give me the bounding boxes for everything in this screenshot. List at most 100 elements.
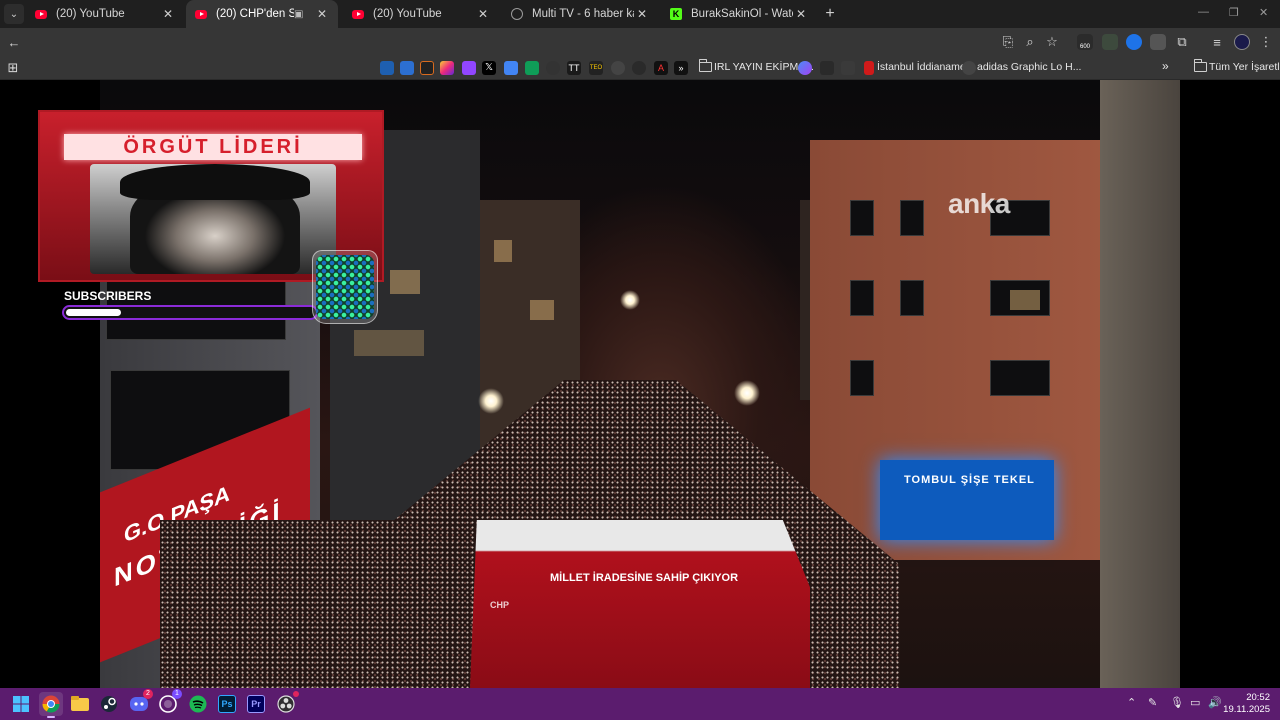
tab-title: (20) YouTube: [373, 8, 442, 20]
extension-icon[interactable]: [1150, 34, 1166, 50]
tab-title: (20) YouTube: [56, 8, 125, 20]
discord-icon: [130, 697, 148, 711]
bookmark-icon[interactable]: [380, 61, 394, 75]
taskbar-premiere[interactable]: Pr: [244, 692, 268, 716]
spotify-icon: [189, 695, 207, 713]
window-close-icon[interactable]: ✕: [1259, 6, 1268, 19]
system-clock[interactable]: 20:52 19.11.2025: [1223, 692, 1270, 716]
tab-kick-buraksakinol[interactable]: K BurakSakinOl - Watch clips on ✕: [661, 0, 817, 28]
close-icon[interactable]: ✕: [634, 7, 650, 21]
install-app-button[interactable]: ⎘: [998, 32, 1018, 52]
bookmark-icon[interactable]: [611, 61, 625, 75]
x-twitter-icon[interactable]: 𝕏: [482, 61, 496, 75]
close-icon[interactable]: ✕: [160, 7, 176, 21]
tab-multi-tv[interactable]: Multi TV - 6 haber kanalını aynı ✕: [502, 0, 658, 28]
street-lamp: [620, 290, 640, 310]
network-icon[interactable]: ▭: [1190, 696, 1200, 709]
jar-contents: [316, 255, 374, 319]
volume-icon[interactable]: 🔊: [1208, 696, 1222, 709]
steam-icon: [101, 696, 117, 712]
bookmark-icon[interactable]: [420, 61, 434, 75]
bookmark-icon[interactable]: [632, 61, 646, 75]
bookmark-icon[interactable]: [400, 61, 414, 75]
bookmark-icon[interactable]: [798, 61, 812, 75]
bookmark-icon[interactable]: [841, 61, 855, 75]
start-button[interactable]: [9, 692, 33, 716]
minimize-icon[interactable]: —: [1198, 6, 1209, 18]
bookmark-star-button[interactable]: ☆: [1042, 32, 1062, 52]
new-tab-button[interactable]: +: [820, 4, 840, 24]
microphone-icon[interactable]: 🎙: [1170, 696, 1184, 709]
more-bookmarks-icon[interactable]: »: [1162, 59, 1169, 73]
obs-icon: [277, 695, 295, 713]
taskbar-whatsapp[interactable]: 1: [156, 689, 182, 716]
bookmark-icon[interactable]: A: [654, 61, 668, 75]
tekel-shop: TOMBUL ŞİŞE TEKEL: [880, 460, 1054, 540]
close-icon[interactable]: ✕: [475, 7, 491, 21]
taskbar-photoshop[interactable]: Ps: [215, 692, 239, 716]
taskbar-obs[interactable]: [274, 691, 299, 716]
video-player[interactable]: G.O.PAŞA NOTERLİĞİ: [0, 80, 1280, 688]
portrait-photo: [90, 164, 336, 274]
folder-icon: [698, 59, 712, 72]
tab-youtube-1[interactable]: (20) YouTube ✕: [26, 0, 184, 28]
close-icon[interactable]: ✕: [314, 7, 330, 21]
close-icon[interactable]: ✕: [793, 7, 809, 21]
extensions-button[interactable]: ⧉: [1172, 32, 1192, 52]
bookmark-istanbul-iddianamesi[interactable]: İstanbul İddianamesi: [877, 61, 973, 73]
bookmark-icon[interactable]: [820, 61, 834, 75]
sheets-icon[interactable]: [525, 61, 539, 75]
extension-counter[interactable]: 600: [1077, 34, 1093, 50]
browser-toolbar: ← ⎘ ⌕ ☆ 600 ⧉ ≡ ⋮: [0, 28, 1280, 56]
globe-icon: [510, 7, 524, 21]
profile-avatar[interactable]: [1234, 34, 1250, 50]
kebab-menu-icon: ⋮: [1259, 34, 1273, 49]
taskbar-chrome[interactable]: [39, 692, 63, 718]
bookmark-icon[interactable]: TEO: [589, 61, 603, 75]
taskbar-file-explorer[interactable]: [68, 692, 92, 716]
bookmark-adidas[interactable]: adidas Graphic Lo H...: [977, 61, 1081, 73]
bookmark-icon[interactable]: »: [674, 61, 688, 75]
apps-button[interactable]: ⊞: [3, 58, 23, 78]
taskbar-spotify[interactable]: [186, 692, 210, 716]
list-icon: ≡: [1213, 34, 1221, 50]
instagram-icon[interactable]: [440, 61, 454, 75]
install-icon: ⎘: [1002, 34, 1014, 49]
extension-icon[interactable]: [1102, 34, 1118, 50]
tab-strip: ⌄ (20) YouTube ✕ (20) CHP'den Sultangazi…: [0, 0, 1280, 28]
media-playing-icon[interactable]: ▣: [294, 9, 308, 20]
bookmark-icon: [864, 61, 874, 75]
zoom-button[interactable]: ⌕: [1020, 32, 1040, 52]
tab-title: BurakSakinOl - Watch clips on: [691, 8, 793, 20]
bus-logo-text: CHP: [490, 600, 510, 610]
taskbar-discord[interactable]: 2: [127, 689, 153, 716]
folder-icon: [1193, 59, 1207, 72]
tray-overflow-icon[interactable]: ⌃: [1127, 696, 1136, 709]
youtube-icon: [34, 7, 48, 21]
tab-title: (20) CHP'den Sultangazi'de: [216, 8, 294, 20]
taskbar-steam[interactable]: [97, 692, 121, 716]
street-lamp: [478, 388, 504, 414]
discord-badge: 2: [143, 689, 153, 699]
tab-youtube-2[interactable]: (20) YouTube ✕: [343, 0, 499, 28]
all-bookmarks-folder[interactable]: Tüm Yer İşaretleri: [1209, 61, 1280, 73]
subscribers-label: SUBSCRIBERS: [64, 289, 152, 303]
menu-button[interactable]: ⋮: [1256, 32, 1276, 52]
back-button[interactable]: ←: [4, 32, 24, 52]
maximize-icon[interactable]: ❐: [1229, 6, 1239, 19]
kick-icon: K: [669, 7, 683, 21]
reading-list-button[interactable]: ≡: [1207, 32, 1227, 52]
tab-chp-sultangazi[interactable]: (20) CHP'den Sultangazi'de ▣ ✕: [186, 0, 338, 28]
photoshop-icon: Ps: [218, 695, 236, 713]
bus-banner: MİLLET İRADESİNE SAHİP ÇIKIYOR: [550, 572, 739, 584]
bookmark-icon[interactable]: [546, 61, 560, 75]
extension-icon[interactable]: [1126, 34, 1142, 50]
pen-icon[interactable]: ✎: [1148, 696, 1157, 709]
docs-icon[interactable]: [504, 61, 518, 75]
tab-search-button[interactable]: ⌄: [4, 4, 24, 24]
bookmark-icon: [962, 61, 976, 75]
bookmark-icon[interactable]: TT: [567, 61, 581, 75]
obs-recording-dot: [293, 691, 299, 697]
overlay-title: ÖRGÜT LİDERİ: [64, 134, 362, 160]
twitch-icon[interactable]: [462, 61, 476, 75]
